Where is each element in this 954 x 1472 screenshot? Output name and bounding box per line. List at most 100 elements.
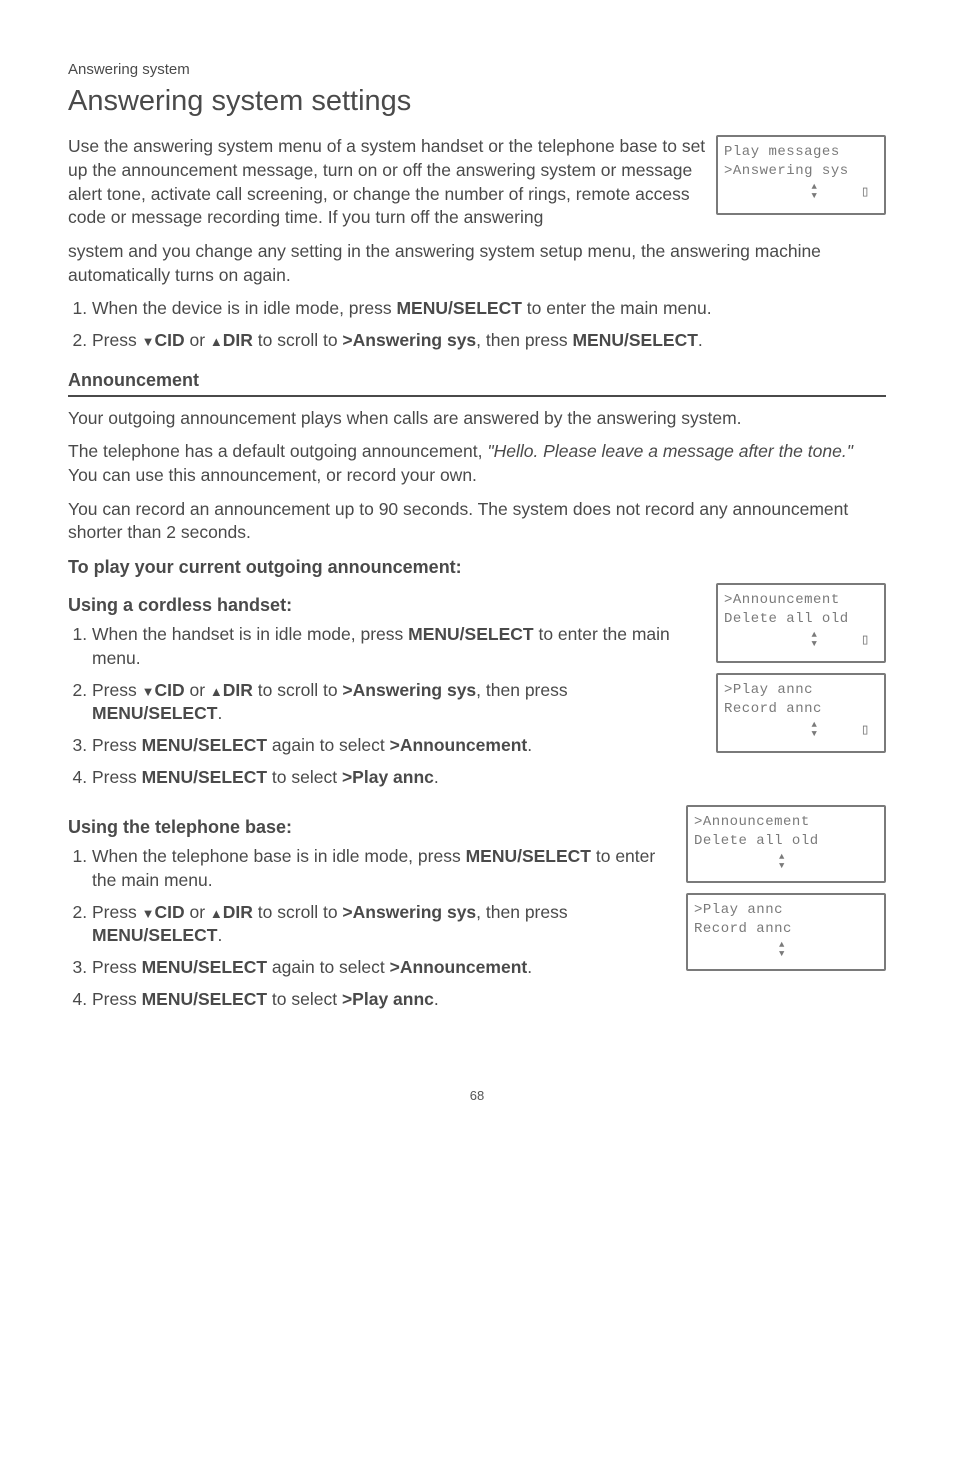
battery-icon [860, 183, 870, 203]
text: >Answering sys [342, 680, 476, 700]
text: Press [92, 330, 142, 350]
list-item: When the handset is in idle mode, press … [92, 623, 702, 670]
text: , then press [476, 680, 567, 700]
text: MENU [142, 735, 194, 755]
intro-paragraph-1: Use the answering system menu of a syste… [68, 135, 706, 230]
up-triangle-icon [210, 330, 223, 350]
lcd-line: Delete all old [724, 610, 878, 629]
down-triangle-icon [142, 902, 155, 922]
text: , then press [476, 902, 567, 922]
lcd-line: Record annc [694, 920, 878, 939]
lcd-preview-announcement: >Announcement Delete all old [716, 583, 886, 663]
text: /SELECT [193, 957, 267, 977]
text: . [527, 735, 532, 755]
body-text: Your outgoing announcement plays when ca… [68, 407, 886, 431]
text: >Announcement [390, 957, 528, 977]
text: CID [154, 330, 184, 350]
up-down-icon [776, 941, 788, 959]
text: You can use this announcement, or record… [68, 465, 477, 485]
lcd-preview-play-annc-base: >Play annc Record annc [686, 893, 886, 971]
text: MENU [572, 330, 624, 350]
text: again to select [267, 735, 390, 755]
page-title: Answering system settings [68, 82, 886, 121]
text: MENU/ [396, 298, 452, 318]
lcd-line: >Play annc [694, 901, 878, 920]
text: Press [92, 902, 142, 922]
text: SELECT [522, 846, 591, 866]
intro-paragraph-2: system and you change any setting in the… [68, 240, 886, 287]
text: /SELECT [193, 735, 267, 755]
text: DIR [223, 330, 253, 350]
text: Press [92, 767, 142, 787]
text: or [185, 680, 210, 700]
text: MENU [142, 767, 194, 787]
up-down-icon [808, 631, 820, 651]
text: . [434, 989, 439, 1009]
text: /SELECT [144, 703, 218, 723]
text: or [185, 902, 210, 922]
text: to select [267, 767, 342, 787]
text: MENU [142, 957, 194, 977]
text: When the device is in idle mode, press [92, 298, 396, 318]
sub-heading-play: To play your current outgoing announceme… [68, 555, 886, 579]
text: . [217, 925, 222, 945]
battery-icon [860, 721, 870, 741]
text: to scroll to [253, 902, 342, 922]
list-item: Press CID or DIR to scroll to >Answering… [92, 901, 672, 948]
list-item: Press MENU/SELECT again to select >Annou… [92, 734, 702, 758]
list-item: Press CID or DIR to scroll to >Answering… [92, 329, 886, 353]
text: again to select [267, 957, 390, 977]
base-steps-list: When the telephone base is in idle mode,… [68, 845, 672, 1011]
text: MENU/ [408, 624, 464, 644]
text: >Answering sys [342, 902, 476, 922]
text: CID [154, 902, 184, 922]
up-triangle-icon [210, 680, 223, 700]
body-text: The telephone has a default outgoing ann… [68, 440, 886, 487]
list-item: Press MENU/SELECT to select >Play annc. [92, 766, 702, 790]
text: to select [267, 989, 342, 1009]
sub-heading-cordless: Using a cordless handset: [68, 593, 702, 617]
text: to scroll to [253, 680, 342, 700]
body-text: You can record an announcement up to 90 … [68, 498, 886, 545]
text: >Answering sys [342, 330, 476, 350]
text: CID [154, 680, 184, 700]
text: . [217, 703, 222, 723]
list-item: Press MENU/SELECT again to select >Annou… [92, 956, 672, 980]
text: /SELECT [624, 330, 698, 350]
text: Press [92, 989, 142, 1009]
list-item: Press CID or DIR to scroll to >Answering… [92, 679, 702, 726]
lcd-line: >Announcement [694, 813, 878, 832]
text: /SELECT [144, 925, 218, 945]
text: . [434, 767, 439, 787]
list-item: When the telephone base is in idle mode,… [92, 845, 672, 892]
lcd-line: Delete all old [694, 832, 878, 851]
text: , then press [476, 330, 572, 350]
up-down-icon [808, 721, 820, 741]
lcd-line: Record annc [724, 700, 878, 719]
text: /SELECT [193, 989, 267, 1009]
text: . [698, 330, 703, 350]
text: MENU [92, 925, 144, 945]
up-down-icon [808, 183, 820, 203]
section-heading-announcement: Announcement [68, 368, 886, 396]
text: >Play annc [342, 989, 434, 1009]
lcd-line: >Play annc [724, 681, 878, 700]
lcd-line: >Announcement [724, 591, 878, 610]
text: to scroll to [253, 330, 342, 350]
text: to enter the main menu. [522, 298, 712, 318]
page-number: 68 [68, 1087, 886, 1105]
down-triangle-icon [142, 680, 155, 700]
text: MENU [92, 703, 144, 723]
lcd-preview-play-annc: >Play annc Record annc [716, 673, 886, 753]
text: >Announcement [390, 735, 528, 755]
list-item: When the device is in idle mode, press M… [92, 297, 886, 321]
text: The telephone has a default outgoing ann… [68, 441, 487, 461]
text: or [185, 330, 210, 350]
up-triangle-icon [210, 902, 223, 922]
sub-heading-base: Using the telephone base: [68, 815, 672, 839]
text: Press [92, 957, 142, 977]
battery-icon [860, 631, 870, 651]
lcd-preview-answering-sys: Play messages >Answering sys [716, 135, 886, 215]
text: /SELECT [193, 767, 267, 787]
lcd-line: >Answering sys [724, 162, 878, 181]
